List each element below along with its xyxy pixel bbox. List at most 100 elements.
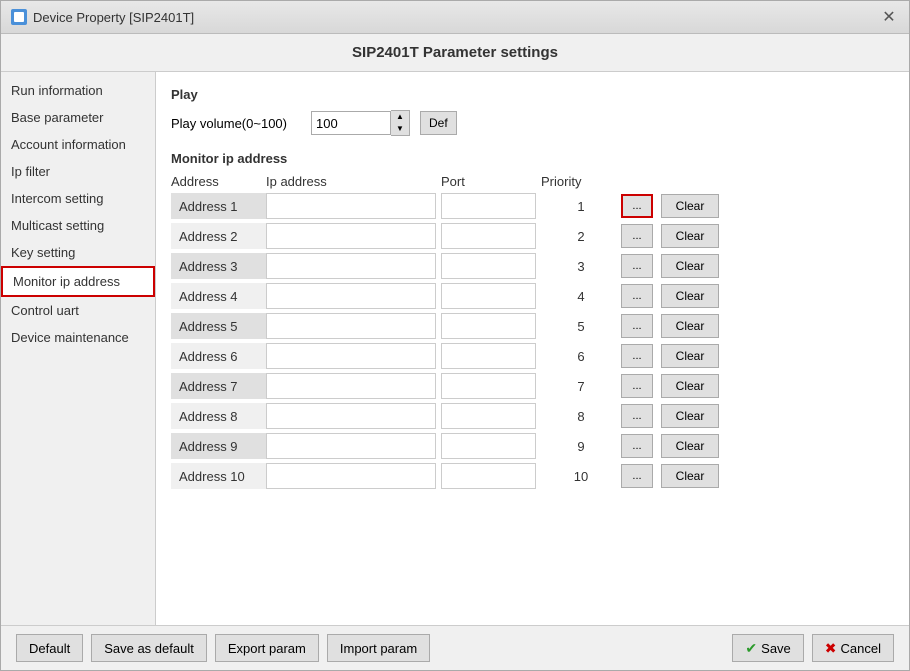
- clear-button-8[interactable]: Clear: [661, 404, 719, 428]
- address-row-7: Address 7 7 ... Clear: [171, 373, 894, 399]
- port-input-5[interactable]: [441, 313, 536, 339]
- cancel-label: Cancel: [841, 641, 881, 656]
- address-row-6: Address 6 6 ... Clear: [171, 343, 894, 369]
- sidebar: Run informationBase parameterAccount inf…: [1, 72, 156, 625]
- title-bar-left: Device Property [SIP2401T]: [11, 9, 194, 25]
- priority-5: 5: [541, 319, 621, 334]
- volume-input[interactable]: [311, 111, 391, 135]
- ip-input-5[interactable]: [266, 313, 436, 339]
- port-input-7[interactable]: [441, 373, 536, 399]
- clear-button-1[interactable]: Clear: [661, 194, 719, 218]
- clear-button-4[interactable]: Clear: [661, 284, 719, 308]
- port-input-1[interactable]: [441, 193, 536, 219]
- save-as-default-button[interactable]: Save as default: [91, 634, 207, 662]
- ip-input-8[interactable]: [266, 403, 436, 429]
- title-bar-text: Device Property [SIP2401T]: [33, 10, 194, 25]
- cancel-icon: ✖: [825, 640, 837, 657]
- address-row-9: Address 9 9 ... Clear: [171, 433, 894, 459]
- ip-input-10[interactable]: [266, 463, 436, 489]
- priority-6: 6: [541, 349, 621, 364]
- close-button[interactable]: ✕: [879, 7, 899, 27]
- priority-9: 9: [541, 439, 621, 454]
- volume-spinner: ▲ ▼: [311, 110, 410, 136]
- browse-button-9[interactable]: ...: [621, 434, 653, 458]
- address-label-6: Address 6: [171, 343, 266, 369]
- ip-input-9[interactable]: [266, 433, 436, 459]
- browse-button-4[interactable]: ...: [621, 284, 653, 308]
- table-header: Address Ip address Port Priority: [171, 174, 894, 189]
- priority-8: 8: [541, 409, 621, 424]
- ip-input-1[interactable]: [266, 193, 436, 219]
- content-area: Run informationBase parameterAccount inf…: [1, 72, 909, 625]
- address-row-3: Address 3 3 ... Clear: [171, 253, 894, 279]
- port-input-8[interactable]: [441, 403, 536, 429]
- clear-button-5[interactable]: Clear: [661, 314, 719, 338]
- default-button[interactable]: Default: [16, 634, 83, 662]
- play-volume-label: Play volume(0~100): [171, 116, 301, 131]
- ip-input-4[interactable]: [266, 283, 436, 309]
- inner-layout: SIP2401T Parameter settings Run informat…: [1, 34, 909, 670]
- port-input-4[interactable]: [441, 283, 536, 309]
- browse-button-10[interactable]: ...: [621, 464, 653, 488]
- clear-button-9[interactable]: Clear: [661, 434, 719, 458]
- sidebar-item-device-maintenance[interactable]: Device maintenance: [1, 324, 155, 351]
- browse-button-8[interactable]: ...: [621, 404, 653, 428]
- clear-button-6[interactable]: Clear: [661, 344, 719, 368]
- address-row-4: Address 4 4 ... Clear: [171, 283, 894, 309]
- browse-button-1[interactable]: ...: [621, 194, 653, 218]
- sidebar-item-key-setting[interactable]: Key setting: [1, 239, 155, 266]
- browse-button-2[interactable]: ...: [621, 224, 653, 248]
- port-input-6[interactable]: [441, 343, 536, 369]
- sidebar-item-multicast-setting[interactable]: Multicast setting: [1, 212, 155, 239]
- main-window: Device Property [SIP2401T] ✕ SIP2401T Pa…: [0, 0, 910, 671]
- browse-button-6[interactable]: ...: [621, 344, 653, 368]
- priority-10: 10: [541, 469, 621, 484]
- def-button[interactable]: Def: [420, 111, 457, 135]
- browse-button-7[interactable]: ...: [621, 374, 653, 398]
- port-input-10[interactable]: [441, 463, 536, 489]
- port-input-3[interactable]: [441, 253, 536, 279]
- address-label-10: Address 10: [171, 463, 266, 489]
- sidebar-item-intercom-setting[interactable]: Intercom setting: [1, 185, 155, 212]
- sidebar-item-control-uart[interactable]: Control uart: [1, 297, 155, 324]
- priority-1: 1: [541, 199, 621, 214]
- save-button[interactable]: ✔ Save: [732, 634, 803, 662]
- port-input-2[interactable]: [441, 223, 536, 249]
- play-row: Play volume(0~100) ▲ ▼ Def: [171, 110, 894, 136]
- monitor-section: Monitor ip address Address Ip address Po…: [171, 151, 894, 489]
- sidebar-item-base-parameter[interactable]: Base parameter: [1, 104, 155, 131]
- ip-input-2[interactable]: [266, 223, 436, 249]
- port-input-9[interactable]: [441, 433, 536, 459]
- sidebar-item-ip-filter[interactable]: Ip filter: [1, 158, 155, 185]
- col-priority: Priority: [541, 174, 621, 189]
- sidebar-item-monitor-ip-address[interactable]: Monitor ip address: [1, 266, 155, 297]
- ip-input-7[interactable]: [266, 373, 436, 399]
- spinner-up[interactable]: ▲: [391, 111, 409, 123]
- browse-button-5[interactable]: ...: [621, 314, 653, 338]
- sidebar-item-account-information[interactable]: Account information: [1, 131, 155, 158]
- window-icon: [11, 9, 27, 25]
- address-row-10: Address 10 10 ... Clear: [171, 463, 894, 489]
- col-port: Port: [441, 174, 541, 189]
- address-label-5: Address 5: [171, 313, 266, 339]
- import-param-button[interactable]: Import param: [327, 634, 430, 662]
- sidebar-item-run-information[interactable]: Run information: [1, 77, 155, 104]
- address-row-1: Address 1 1 ... Clear: [171, 193, 894, 219]
- clear-button-7[interactable]: Clear: [661, 374, 719, 398]
- address-label-7: Address 7: [171, 373, 266, 399]
- browse-button-3[interactable]: ...: [621, 254, 653, 278]
- bottom-bar: Default Save as default Export param Imp…: [1, 625, 909, 670]
- title-bar: Device Property [SIP2401T] ✕: [1, 1, 909, 34]
- clear-button-2[interactable]: Clear: [661, 224, 719, 248]
- priority-2: 2: [541, 229, 621, 244]
- spinner-down[interactable]: ▼: [391, 123, 409, 135]
- ip-input-6[interactable]: [266, 343, 436, 369]
- ip-input-3[interactable]: [266, 253, 436, 279]
- clear-button-3[interactable]: Clear: [661, 254, 719, 278]
- address-label-3: Address 3: [171, 253, 266, 279]
- clear-button-10[interactable]: Clear: [661, 464, 719, 488]
- export-param-button[interactable]: Export param: [215, 634, 319, 662]
- cancel-button[interactable]: ✖ Cancel: [812, 634, 894, 662]
- address-label-4: Address 4: [171, 283, 266, 309]
- save-icon: ✔: [745, 640, 757, 657]
